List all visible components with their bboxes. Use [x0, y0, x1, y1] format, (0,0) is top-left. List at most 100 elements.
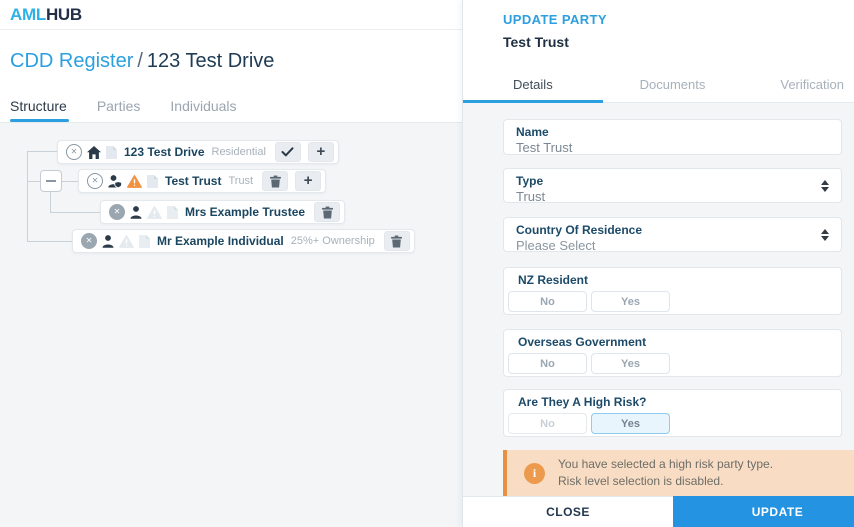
tree-node-trust[interactable]: ✕ Test Trust Trust +	[78, 169, 327, 193]
node-ownership-label: 25%+ Ownership	[290, 235, 375, 247]
confirm-button[interactable]	[274, 142, 301, 162]
nz-resident-group: NZ Resident No Yes	[503, 267, 842, 315]
warning-text: You have selected a high risk party type…	[558, 456, 773, 490]
tree-connector-line	[50, 212, 100, 213]
tab-documents[interactable]: Documents	[603, 67, 743, 102]
tree-node-property[interactable]: ✕ 123 Test Drive Residential +	[57, 140, 339, 164]
name-field[interactable]: Name Test Trust	[503, 119, 842, 155]
high-risk-no-button[interactable]: No	[508, 413, 587, 434]
name-label: Name	[516, 125, 549, 139]
party-shield-icon	[108, 174, 122, 188]
panel-header: UPDATE PARTY Test Trust Details Document…	[463, 0, 854, 103]
breadcrumb-current: 123 Test Drive	[146, 50, 275, 72]
overseas-government-options: No Yes	[508, 353, 837, 374]
document-status-icon	[147, 174, 158, 188]
node-type-label: Residential	[211, 146, 266, 158]
overseas-government-yes-button[interactable]: Yes	[591, 353, 670, 374]
update-party-panel: UPDATE PARTY Test Trust Details Document…	[462, 0, 854, 527]
trash-icon	[391, 235, 403, 247]
overseas-government-label: Overseas Government	[518, 335, 647, 349]
warning-line-2: Risk level selection is disabled.	[558, 474, 724, 488]
trash-icon	[269, 175, 281, 187]
tree-connector-line	[27, 241, 72, 242]
country-label: Country Of Residence	[516, 223, 643, 237]
high-risk-group: Are They A High Risk? No Yes	[503, 389, 842, 437]
tree-connector-line	[50, 192, 51, 213]
high-risk-yes-button[interactable]: Yes	[591, 413, 670, 434]
nz-resident-no-button[interactable]: No	[508, 291, 587, 312]
node-name: Mrs Example Trustee	[185, 205, 306, 219]
structure-page: AMLHUB CDD Register/123 Test Drive Struc…	[0, 0, 462, 527]
warning-triangle-muted-icon	[119, 234, 134, 248]
document-status-icon	[167, 205, 178, 219]
remove-circle-x-icon[interactable]: ✕	[87, 173, 103, 189]
person-icon	[130, 205, 142, 219]
select-arrows-icon[interactable]	[821, 228, 829, 241]
app-window: AMLHUB CDD Register/123 Test Drive Struc…	[0, 0, 854, 527]
delete-button[interactable]	[262, 171, 289, 191]
type-value: Trust	[516, 189, 546, 204]
document-status-icon	[139, 234, 150, 248]
tree-node-individual[interactable]: ✕ Mrs Example Trustee	[100, 200, 346, 224]
tab-details[interactable]: Details	[463, 67, 603, 103]
node-type-label: Trust	[228, 175, 254, 187]
node-name: Test Trust	[165, 174, 222, 188]
main-tab-bar: Structure Parties Individuals	[0, 89, 237, 122]
document-status-icon	[106, 145, 117, 159]
page-header: AMLHUB CDD Register/123 Test Drive Struc…	[0, 0, 462, 123]
breadcrumb-cdd-register-link[interactable]: CDD Register	[10, 50, 133, 72]
overseas-government-no-button[interactable]: No	[508, 353, 587, 374]
update-button[interactable]: UPDATE	[673, 496, 854, 527]
trash-icon	[321, 206, 333, 218]
info-icon: i	[524, 462, 545, 484]
nz-resident-label: NZ Resident	[518, 273, 589, 287]
remove-circle-x-icon[interactable]: ✕	[109, 204, 125, 220]
country-of-residence-select[interactable]: Country Of Residence Please Select	[503, 217, 842, 253]
tree-connector-line	[62, 181, 78, 182]
person-icon	[102, 234, 114, 248]
high-risk-label: Are They A High Risk?	[518, 395, 647, 409]
nz-resident-yes-button[interactable]: Yes	[591, 291, 670, 312]
warning-line-1: You have selected a high risk party type…	[558, 457, 774, 472]
tab-parties[interactable]: Parties	[97, 89, 141, 122]
plus-icon: +	[303, 172, 313, 189]
select-arrows-icon[interactable]	[821, 179, 829, 192]
type-select[interactable]: Type Trust	[503, 168, 842, 204]
add-child-button[interactable]: +	[295, 171, 322, 191]
tree-connector-line	[27, 181, 40, 182]
breadcrumb: CDD Register/123 Test Drive	[10, 50, 274, 73]
remove-circle-x-icon[interactable]: ✕	[66, 144, 82, 160]
amlhub-logo[interactable]: AMLHUB	[10, 5, 82, 25]
overseas-government-group: Overseas Government No Yes	[503, 329, 842, 377]
collapse-toggle[interactable]	[40, 170, 62, 192]
logo-aml: AML	[10, 4, 46, 24]
panel-tab-bar: Details Documents Verification	[463, 67, 854, 103]
check-icon	[281, 147, 294, 157]
plus-icon: +	[316, 143, 326, 160]
node-name: Mr Example Individual	[157, 234, 284, 248]
delete-button[interactable]	[383, 231, 410, 251]
warning-triangle-muted-icon	[147, 205, 162, 219]
tab-verification[interactable]: Verification	[742, 67, 854, 102]
close-button[interactable]: CLOSE	[463, 496, 673, 527]
high-risk-options: No Yes	[508, 413, 837, 434]
country-value: Please Select	[516, 238, 596, 253]
panel-title: UPDATE PARTY	[503, 12, 607, 27]
tab-structure[interactable]: Structure	[10, 89, 69, 122]
warning-triangle-icon	[127, 174, 142, 188]
panel-body: Name Test Trust Type Trust Country Of Re…	[463, 103, 854, 496]
add-child-button[interactable]: +	[307, 142, 334, 162]
logo-hub: HUB	[45, 4, 82, 24]
tab-individuals[interactable]: Individuals	[170, 89, 236, 122]
tree-connector-line	[27, 151, 28, 242]
delete-button[interactable]	[314, 202, 341, 222]
breadcrumb-separator: /	[137, 50, 143, 72]
top-nav-bar: AMLHUB	[0, 0, 462, 30]
tree-connector-line	[27, 151, 57, 152]
minus-icon	[46, 180, 56, 182]
type-label: Type	[516, 174, 544, 188]
remove-circle-x-icon[interactable]: ✕	[81, 233, 97, 249]
tree-node-individual[interactable]: ✕ Mr Example Individual 25%+ Ownership	[72, 229, 415, 253]
node-name: 123 Test Drive	[124, 145, 205, 159]
high-risk-warning-banner: i You have selected a high risk party ty…	[503, 450, 854, 496]
